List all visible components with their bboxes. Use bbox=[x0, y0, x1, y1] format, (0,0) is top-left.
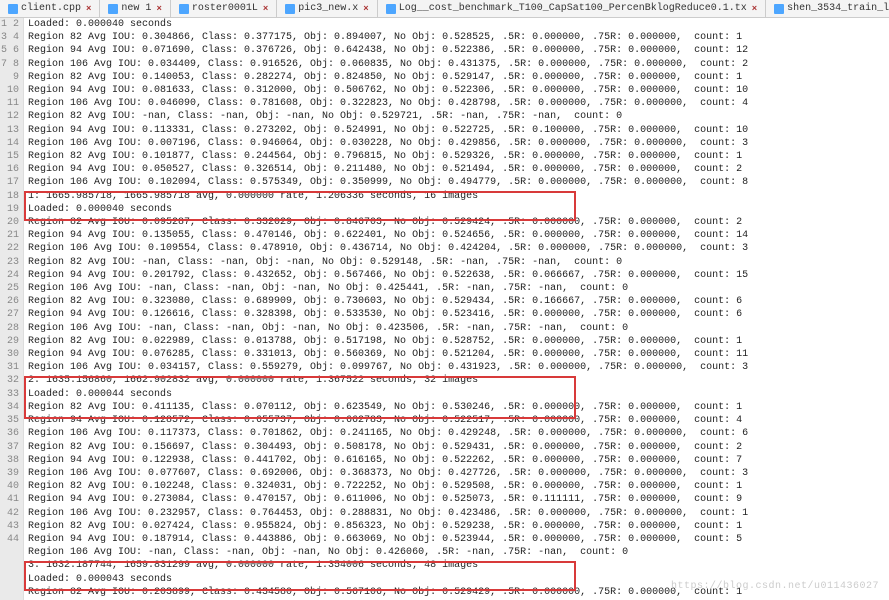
tab-label: roster0001L bbox=[192, 3, 258, 14]
close-icon[interactable]: × bbox=[752, 4, 757, 14]
close-icon[interactable]: × bbox=[363, 4, 368, 14]
tab-1[interactable]: new 1 × bbox=[100, 0, 170, 17]
editor: 1 2 3 4 5 6 7 8 9 10 11 12 13 14 15 16 1… bbox=[0, 18, 889, 600]
tab-4[interactable]: Log__cost_benchmark_T100_CapSat100_Perce… bbox=[378, 0, 766, 17]
tab-3[interactable]: pic3_new.x × bbox=[277, 0, 377, 17]
close-icon[interactable]: × bbox=[86, 4, 91, 14]
tab-bar: client.cpp × new 1 × roster0001L × pic3_new.x ×… bbox=[0, 0, 889, 18]
file-icon bbox=[774, 4, 784, 14]
file-icon bbox=[285, 4, 295, 14]
close-icon[interactable]: × bbox=[263, 4, 268, 14]
tab-label: Log__cost_benchmark_T100_CapSat100_Perce… bbox=[399, 3, 747, 14]
tab-5[interactable]: shen_3534_train_log.txt× bbox=[766, 0, 889, 17]
tab-0[interactable]: client.cpp × bbox=[0, 0, 100, 17]
tab-label: shen_3534_train_log.txt bbox=[787, 3, 889, 14]
tab-label: new 1 bbox=[121, 3, 151, 14]
close-icon[interactable]: × bbox=[156, 4, 161, 14]
watermark: https://blog.csdn.net/u011436027 bbox=[671, 581, 879, 592]
tab-label: pic3_new.x bbox=[298, 3, 358, 14]
file-icon bbox=[179, 4, 189, 14]
file-icon bbox=[386, 4, 396, 14]
file-icon bbox=[8, 4, 18, 14]
tab-2[interactable]: roster0001L × bbox=[171, 0, 277, 17]
tab-label: client.cpp bbox=[21, 3, 81, 14]
code-area[interactable]: Loaded: 0.000040 seconds Region 82 Avg I… bbox=[24, 18, 889, 600]
file-icon bbox=[108, 4, 118, 14]
line-gutter: 1 2 3 4 5 6 7 8 9 10 11 12 13 14 15 16 1… bbox=[0, 18, 24, 600]
